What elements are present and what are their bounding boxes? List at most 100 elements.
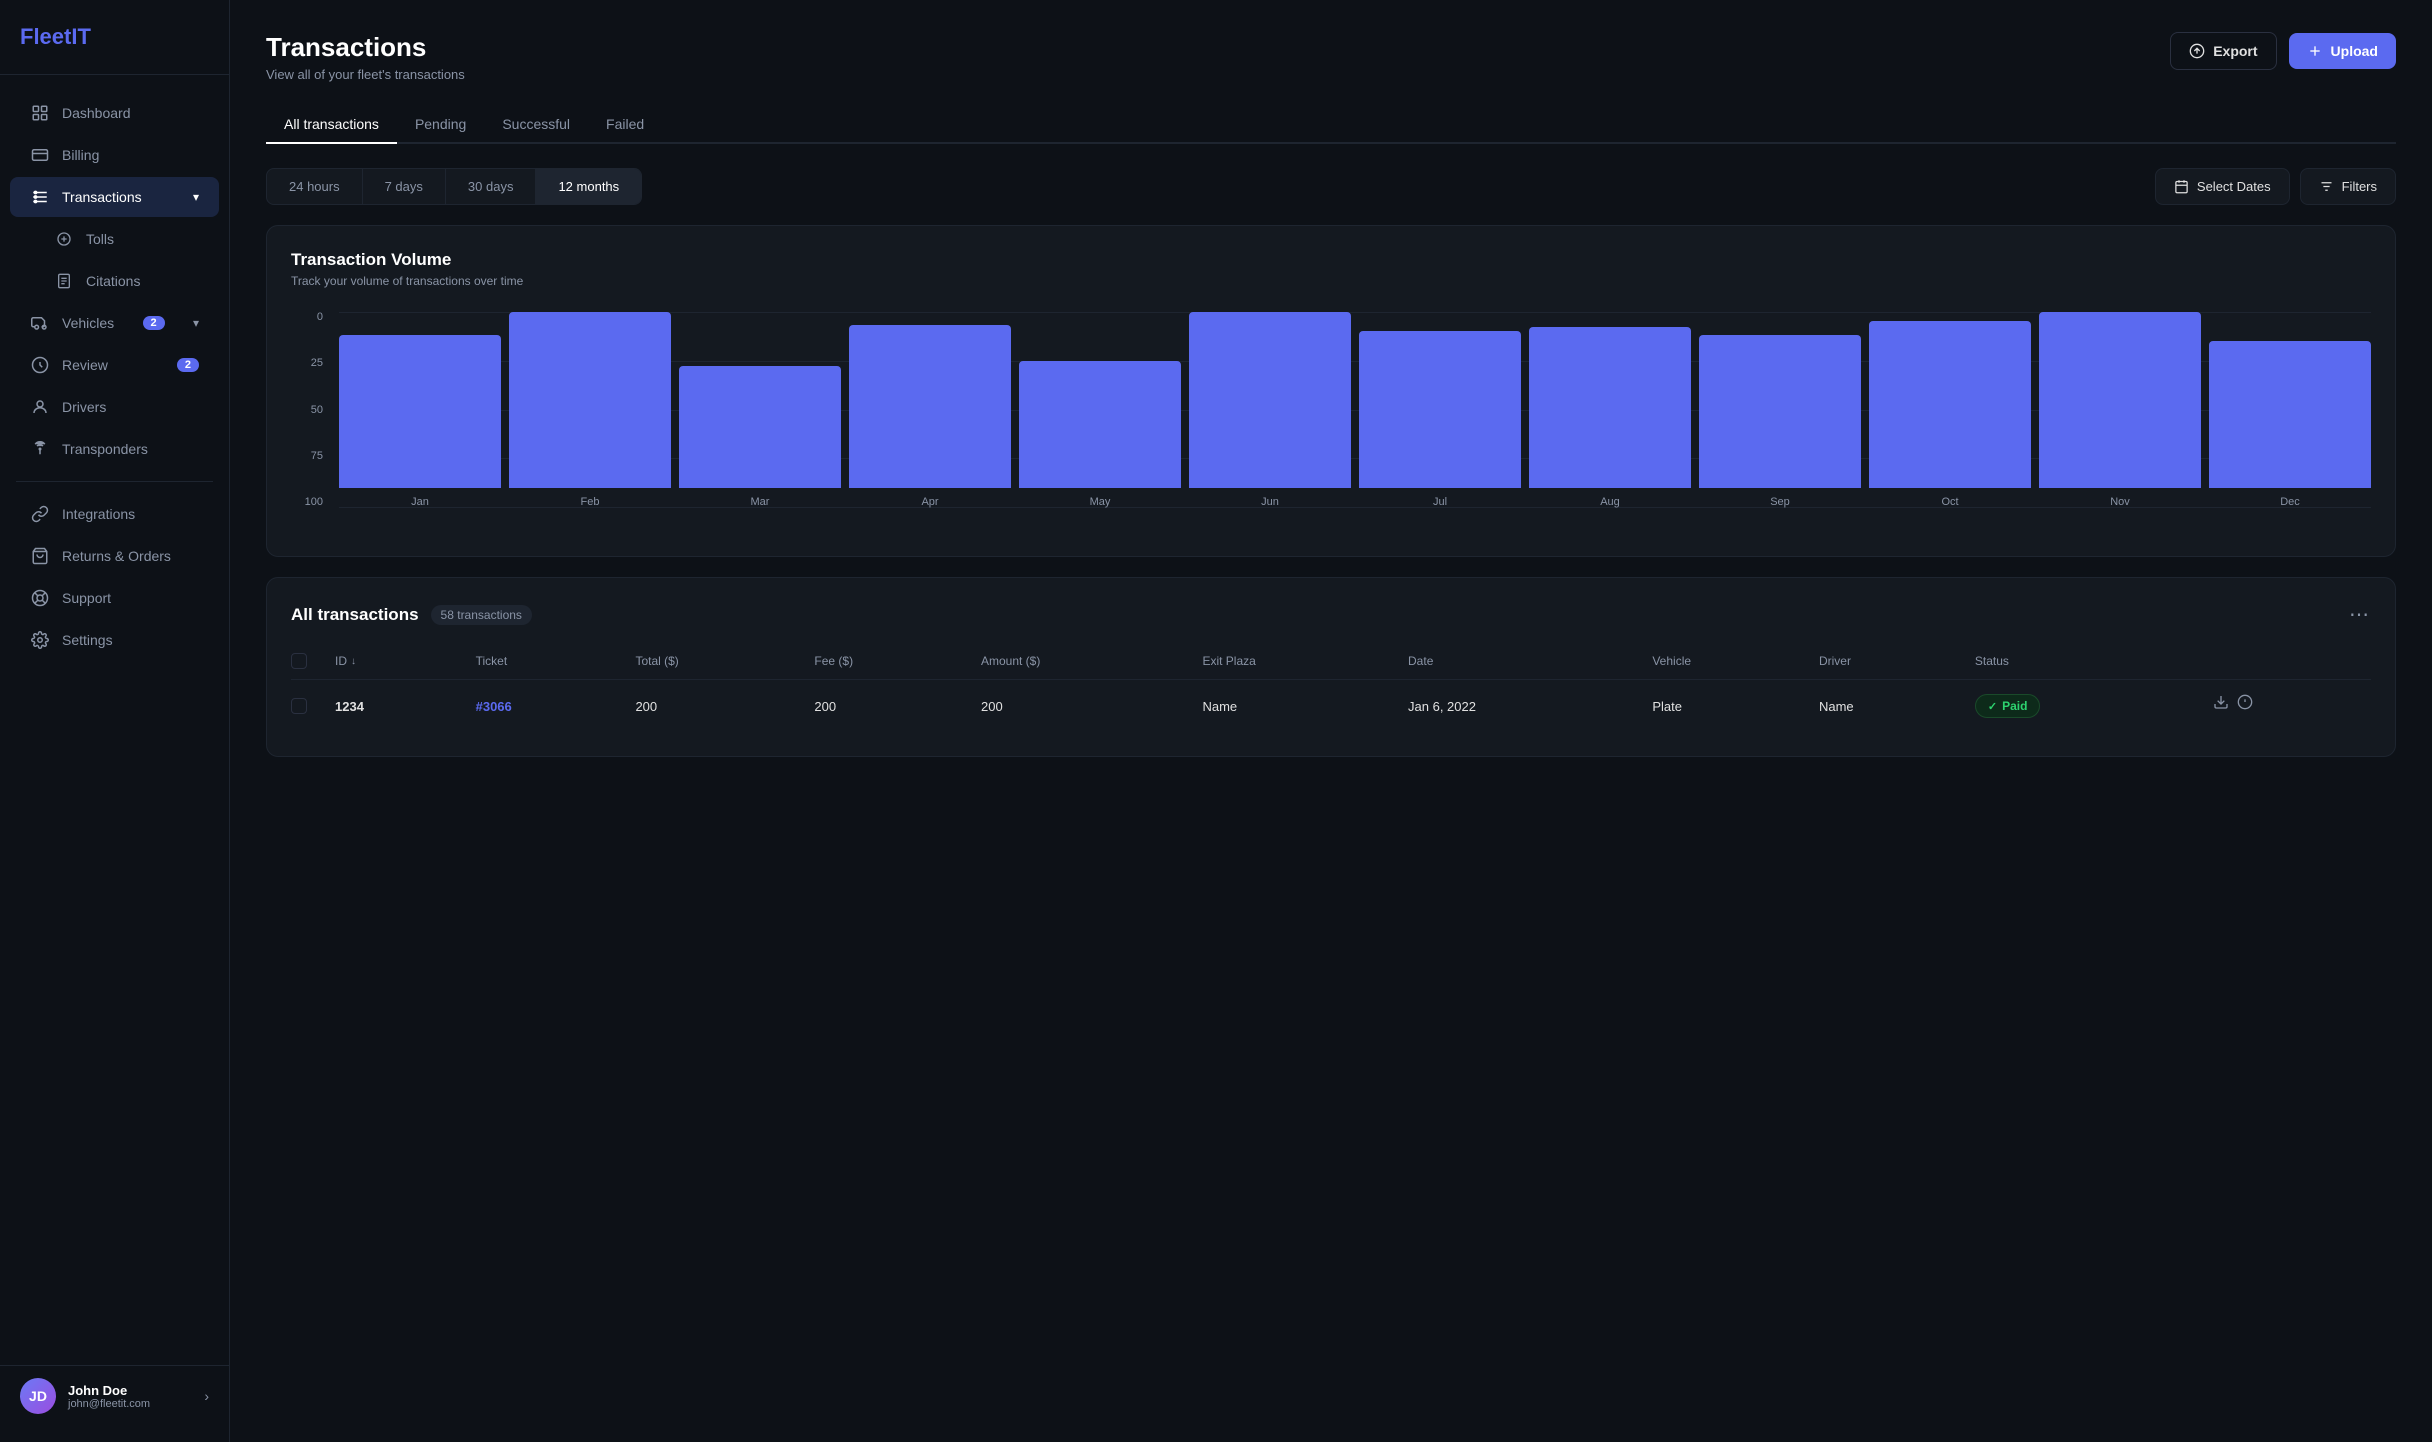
chart-bar-jun[interactable] bbox=[1189, 312, 1351, 488]
select-dates-button[interactable]: Select Dates bbox=[2155, 168, 2290, 205]
sidebar-item-drivers[interactable]: Drivers bbox=[10, 387, 219, 427]
sidebar-item-vehicles[interactable]: Vehicles 2 ▾ bbox=[10, 303, 219, 343]
sidebar-label-settings: Settings bbox=[62, 632, 113, 648]
td-id: 1234 bbox=[323, 680, 464, 733]
main-content: Transactions View all of your fleet's tr… bbox=[230, 0, 2432, 1442]
table-body: 1234 #3066 200 200 200 Name Jan 6, 2022 … bbox=[291, 680, 2371, 733]
transactions-table: ID ↓ Ticket Total ($) Fee ($) Amount bbox=[291, 643, 2371, 732]
review-badge: 2 bbox=[177, 358, 199, 372]
filter-row: 24 hours 7 days 30 days 12 months Select… bbox=[266, 168, 2396, 205]
status-label: Paid bbox=[2002, 699, 2027, 713]
sidebar-item-tolls[interactable]: Tolls bbox=[10, 219, 219, 259]
sidebar-label-support: Support bbox=[62, 590, 111, 606]
sidebar-item-returns[interactable]: Returns & Orders bbox=[10, 536, 219, 576]
filter-actions: Select Dates Filters bbox=[2155, 168, 2396, 205]
chart-bar-wrap-jul: Jul bbox=[1359, 312, 1521, 508]
td-checkbox bbox=[291, 680, 323, 733]
filters-button[interactable]: Filters bbox=[2300, 168, 2396, 205]
integrations-icon bbox=[30, 504, 50, 524]
chart-bar-wrap-aug: Aug bbox=[1529, 312, 1691, 508]
user-profile[interactable]: JD John Doe john@fleetit.com › bbox=[0, 1365, 229, 1426]
th-date: Date bbox=[1396, 643, 1640, 680]
logo-text-it: IT bbox=[71, 24, 91, 49]
th-fee: Fee ($) bbox=[802, 643, 969, 680]
sidebar-item-settings[interactable]: Settings bbox=[10, 620, 219, 660]
page-subtitle: View all of your fleet's transactions bbox=[266, 67, 465, 82]
td-total: 200 bbox=[623, 680, 802, 733]
tab-failed[interactable]: Failed bbox=[588, 106, 662, 144]
select-all-checkbox[interactable] bbox=[291, 653, 307, 669]
chart-bar-apr[interactable] bbox=[849, 325, 1011, 488]
billing-icon bbox=[30, 145, 50, 165]
th-exit-plaza: Exit Plaza bbox=[1190, 643, 1396, 680]
chart-bar-nov[interactable] bbox=[2039, 312, 2201, 488]
sidebar-item-citations[interactable]: Citations bbox=[10, 261, 219, 301]
chart-bar-label-oct: Oct bbox=[1941, 496, 1958, 508]
chart-bar-wrap-jun: Jun bbox=[1189, 312, 1351, 508]
th-checkbox bbox=[291, 643, 323, 680]
sidebar-label-tolls: Tolls bbox=[86, 231, 114, 247]
y-label-0: 100 bbox=[291, 497, 323, 508]
sidebar-item-integrations[interactable]: Integrations bbox=[10, 494, 219, 534]
date-pill-30d[interactable]: 30 days bbox=[446, 169, 537, 204]
chart-bar-wrap-feb: Feb bbox=[509, 312, 671, 508]
y-label-3: 25 bbox=[291, 358, 323, 369]
tab-successful[interactable]: Successful bbox=[484, 106, 588, 144]
table-head: ID ↓ Ticket Total ($) Fee ($) Amount bbox=[291, 643, 2371, 680]
info-action[interactable] bbox=[2237, 694, 2253, 715]
chart-bar-aug[interactable] bbox=[1529, 327, 1691, 488]
th-driver: Driver bbox=[1807, 643, 1963, 680]
sidebar: FleetIT Dashboard Billing Transactions ▾ bbox=[0, 0, 230, 1442]
y-label-4: 0 bbox=[291, 312, 323, 323]
chart-bar-sep[interactable] bbox=[1699, 335, 1861, 488]
td-fee: 200 bbox=[802, 680, 969, 733]
sidebar-item-transponders[interactable]: Transponders bbox=[10, 429, 219, 469]
date-pill-7d[interactable]: 7 days bbox=[363, 169, 446, 204]
td-date: Jan 6, 2022 bbox=[1396, 680, 1640, 733]
chart-bar-jan[interactable] bbox=[339, 335, 501, 488]
chart-bar-label-jan: Jan bbox=[411, 496, 429, 508]
chart-bar-oct[interactable] bbox=[1869, 321, 2031, 488]
th-id: ID ↓ bbox=[323, 643, 464, 680]
page-title: Transactions bbox=[266, 32, 465, 63]
sort-icon-id: ↓ bbox=[351, 656, 356, 667]
download-action[interactable] bbox=[2213, 694, 2229, 715]
chart-bar-dec[interactable] bbox=[2209, 341, 2371, 488]
sidebar-item-billing[interactable]: Billing bbox=[10, 135, 219, 175]
avatar: JD bbox=[20, 1378, 56, 1414]
sidebar-label-returns: Returns & Orders bbox=[62, 548, 171, 564]
chart-subtitle: Track your volume of transactions over t… bbox=[291, 274, 2371, 288]
chart-bar-label-nov: Nov bbox=[2110, 496, 2130, 508]
sidebar-item-support[interactable]: Support bbox=[10, 578, 219, 618]
user-email: john@fleetit.com bbox=[68, 1398, 192, 1410]
tab-pending[interactable]: Pending bbox=[397, 106, 484, 144]
sidebar-label-dashboard: Dashboard bbox=[62, 105, 131, 121]
date-pill-24h[interactable]: 24 hours bbox=[267, 169, 363, 204]
user-chevron: › bbox=[204, 1388, 209, 1404]
chart-bar-wrap-may: May bbox=[1019, 312, 1181, 508]
sidebar-item-review[interactable]: Review 2 bbox=[10, 345, 219, 385]
sidebar-label-billing: Billing bbox=[62, 147, 99, 163]
logo-text-fleet: Fleet bbox=[20, 24, 71, 49]
transactions-icon bbox=[30, 187, 50, 207]
chart-bar-wrap-oct: Oct bbox=[1869, 312, 2031, 508]
ticket-link[interactable]: #3066 bbox=[476, 699, 512, 714]
tab-all-transactions[interactable]: All transactions bbox=[266, 106, 397, 144]
sidebar-item-transactions[interactable]: Transactions ▾ bbox=[10, 177, 219, 217]
chart-bar-mar[interactable] bbox=[679, 366, 841, 488]
sidebar-item-dashboard[interactable]: Dashboard bbox=[10, 93, 219, 133]
upload-button[interactable]: Upload bbox=[2289, 33, 2396, 69]
sidebar-label-transponders: Transponders bbox=[62, 441, 148, 457]
chart-bar-may[interactable] bbox=[1019, 361, 1181, 488]
chart-bar-feb[interactable] bbox=[509, 312, 671, 488]
returns-icon bbox=[30, 546, 50, 566]
table-menu-button[interactable]: ⋯ bbox=[2349, 602, 2371, 627]
date-pill-12m[interactable]: 12 months bbox=[536, 169, 641, 204]
export-button[interactable]: Export bbox=[2170, 32, 2276, 70]
upload-icon bbox=[2307, 43, 2323, 59]
sidebar-label-citations: Citations bbox=[86, 273, 140, 289]
row-checkbox[interactable] bbox=[291, 698, 307, 714]
user-name: John Doe bbox=[68, 1383, 192, 1398]
chart-bar-jul[interactable] bbox=[1359, 331, 1521, 488]
vehicles-badge: 2 bbox=[143, 316, 165, 330]
